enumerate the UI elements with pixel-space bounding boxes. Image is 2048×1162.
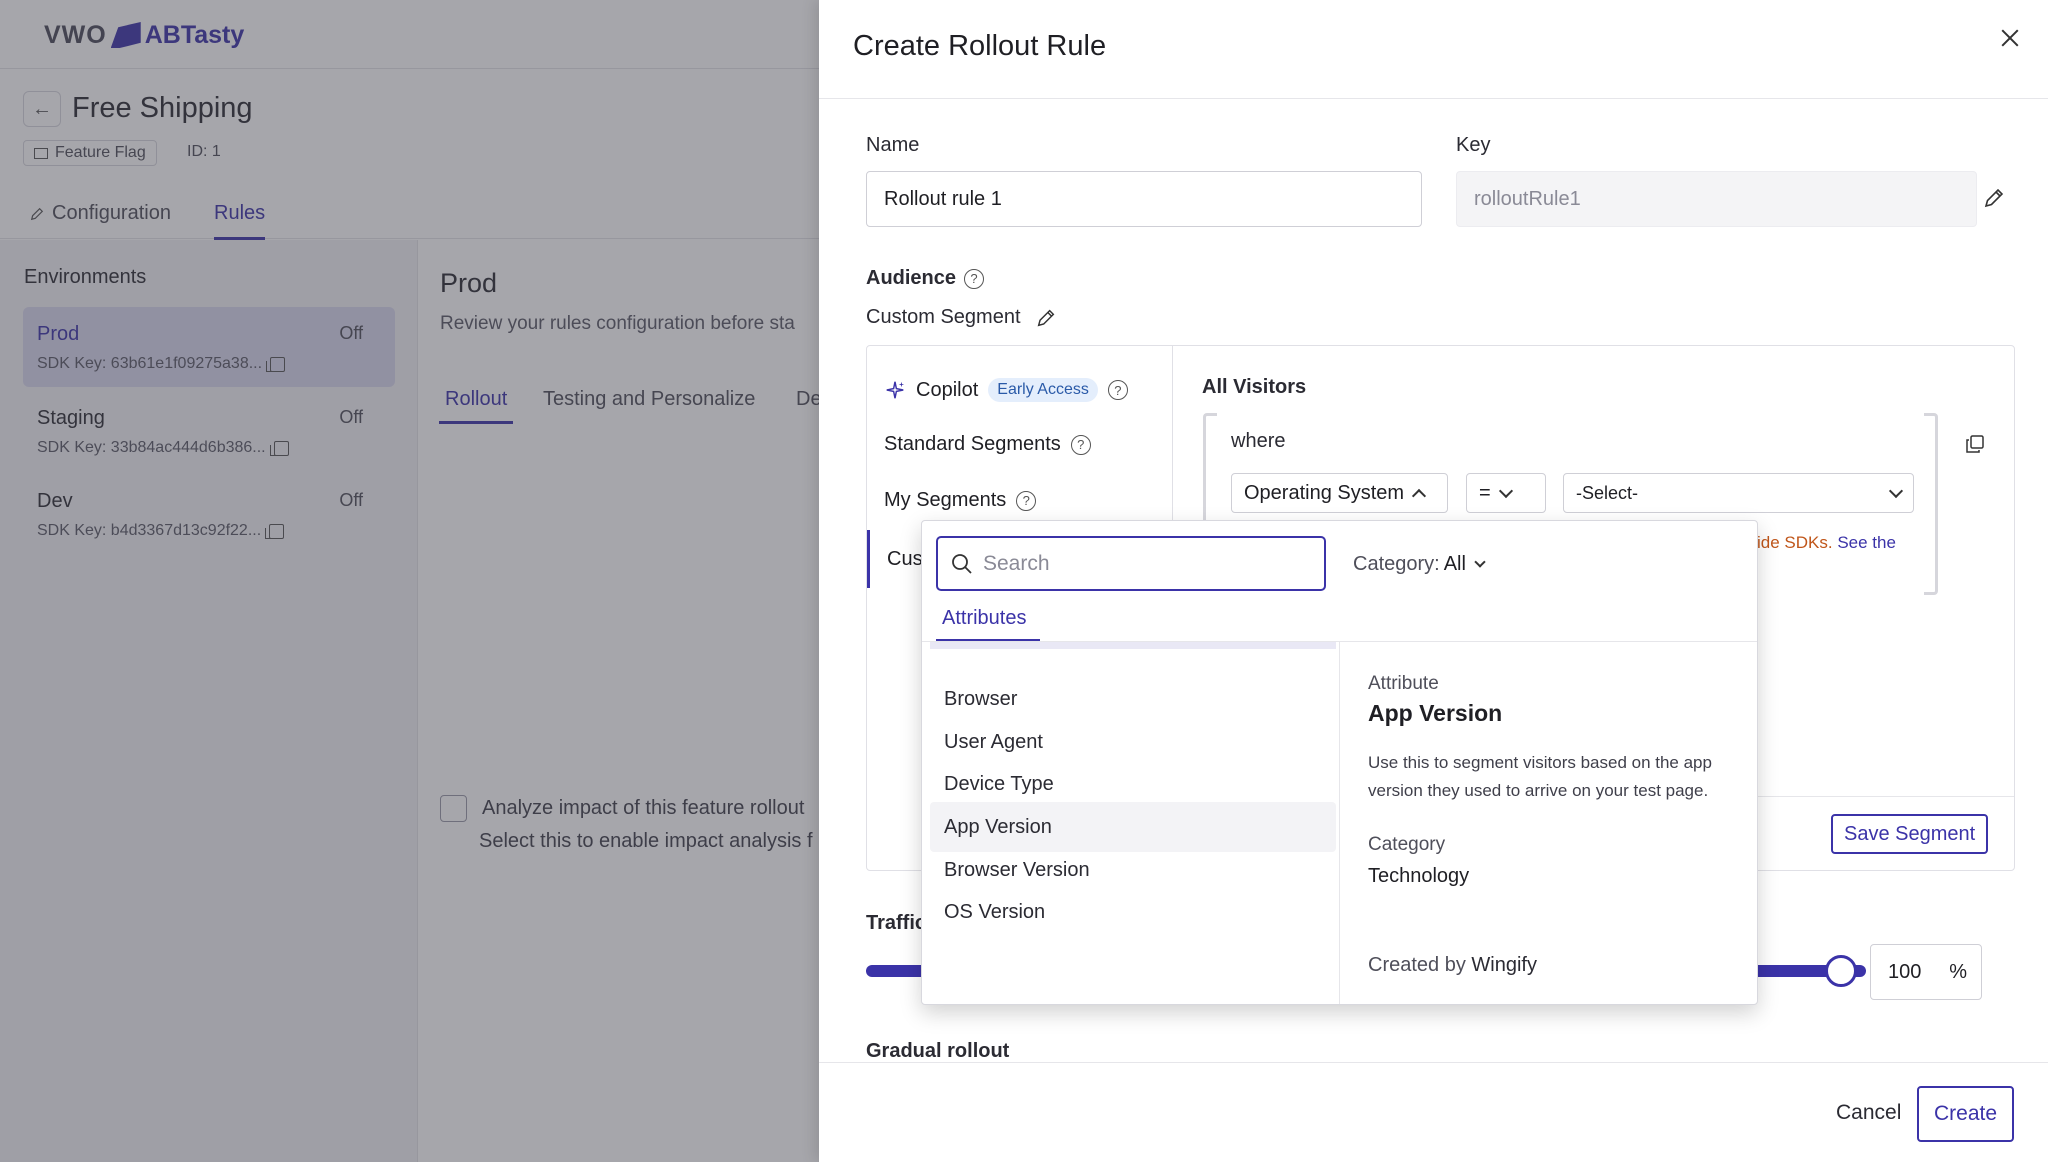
duplicate-icon[interactable] xyxy=(1965,434,1985,454)
attribute-dropdown: Category: All Attributes Browser User Ag… xyxy=(921,520,1758,1005)
name-label: Name xyxy=(866,134,920,156)
traffic-label: Traffic xyxy=(866,912,927,934)
my-segments-label: My Segments xyxy=(884,489,1007,511)
traffic-percent-value: 100 xyxy=(1888,960,1922,983)
chevron-down-icon xyxy=(1474,556,1486,568)
detail-description: Use this to segment visitors based on th… xyxy=(1368,753,1712,800)
detail-attribute-label: Attribute xyxy=(1368,673,1439,694)
audience-label-text: Audience xyxy=(866,267,957,289)
search-icon xyxy=(952,553,972,574)
audience-label: Audience ? xyxy=(866,267,985,290)
attribute-search-box[interactable] xyxy=(936,536,1326,591)
segment-type-label: Custom Segment xyxy=(866,306,1057,329)
segment-option-custom[interactable]: Cus xyxy=(867,530,923,588)
create-button[interactable]: Create xyxy=(1917,1086,2015,1142)
segment-option-standard[interactable]: Standard Segments ? xyxy=(884,433,1091,456)
detail-attribute-name: App Version xyxy=(1368,700,1503,726)
help-icon[interactable]: ? xyxy=(964,268,985,289)
gradual-rollout-label: Gradual rollout xyxy=(866,1040,1010,1062)
segment-option-copilot[interactable]: Copilot Early Access ? xyxy=(884,378,1128,402)
operator-select-value: = xyxy=(1479,481,1491,504)
attribute-search-input[interactable] xyxy=(983,551,1303,576)
drawer-title: Create Rollout Rule xyxy=(853,30,1107,62)
chevron-up-icon xyxy=(1412,488,1427,503)
list-detail-divider xyxy=(1339,642,1340,1004)
chevron-down-icon xyxy=(1888,483,1904,498)
created-by-value: Wingify xyxy=(1471,954,1537,976)
where-label: where xyxy=(1231,430,1286,452)
all-visitors-heading: All Visitors xyxy=(1202,376,1307,398)
category-filter[interactable]: Category: All xyxy=(1353,553,1486,576)
attribute-select[interactable]: Operating System xyxy=(1231,473,1448,513)
condition-group-bracket-right xyxy=(1924,413,1938,595)
custom-segment-label: Cus xyxy=(887,547,923,570)
segment-option-my[interactable]: My Segments ? xyxy=(884,489,1037,512)
value-select-placeholder: -Select- xyxy=(1576,482,1639,503)
sdk-warning-link[interactable]: See the xyxy=(1837,533,1896,552)
drawer-header-divider xyxy=(819,98,2048,99)
cancel-button[interactable]: Cancel xyxy=(1818,1086,1919,1140)
category-filter-prefix: Category: xyxy=(1353,553,1440,575)
save-segment-button[interactable]: Save Segment xyxy=(1831,814,1989,854)
help-icon[interactable]: ? xyxy=(1107,380,1128,400)
sdk-warning: ide SDKs. See the xyxy=(1757,533,1896,553)
close-icon[interactable] xyxy=(1998,26,2022,50)
edit-key-pencil-icon[interactable] xyxy=(1982,186,2006,210)
tab-attributes[interactable]: Attributes xyxy=(942,607,1026,630)
sdk-warning-text: ide SDKs. xyxy=(1757,533,1833,552)
copilot-label: Copilot xyxy=(916,378,979,401)
value-select[interactable]: -Select- xyxy=(1563,473,1914,513)
category-filter-value: All xyxy=(1443,553,1466,575)
name-input[interactable]: Rollout rule 1 xyxy=(866,171,1422,227)
traffic-percent-unit: % xyxy=(1949,960,1967,983)
help-icon[interactable]: ? xyxy=(1016,490,1037,511)
detail-created-by: Created by Wingify xyxy=(1368,954,1537,977)
traffic-percent-input[interactable]: 100 % xyxy=(1870,944,1982,1000)
chevron-down-icon xyxy=(1498,483,1513,498)
created-by-prefix: Created by xyxy=(1368,954,1466,976)
modal-backdrop[interactable] xyxy=(0,0,819,1162)
help-icon[interactable]: ? xyxy=(1070,434,1091,455)
segment-type-text: Custom Segment xyxy=(866,306,1021,328)
standard-segments-label: Standard Segments xyxy=(884,433,1061,455)
detail-category-label: Category xyxy=(1368,834,1446,855)
attribute-select-value: Operating System xyxy=(1244,481,1405,504)
early-access-badge: Early Access xyxy=(988,378,1098,402)
sparkle-icon xyxy=(886,381,905,399)
attribute-item-os-version[interactable]: OS Version xyxy=(930,887,1336,937)
traffic-slider-handle[interactable] xyxy=(1825,955,1857,987)
list-scroll-highlight xyxy=(930,642,1336,649)
drawer-footer-divider xyxy=(819,1062,2048,1063)
operator-select[interactable]: = xyxy=(1466,473,1546,513)
detail-category-value: Technology xyxy=(1368,865,1470,887)
key-label: Key xyxy=(1456,134,1491,156)
key-input: rolloutRule1 xyxy=(1456,171,1977,227)
edit-segment-pencil-icon[interactable] xyxy=(1035,307,1057,329)
